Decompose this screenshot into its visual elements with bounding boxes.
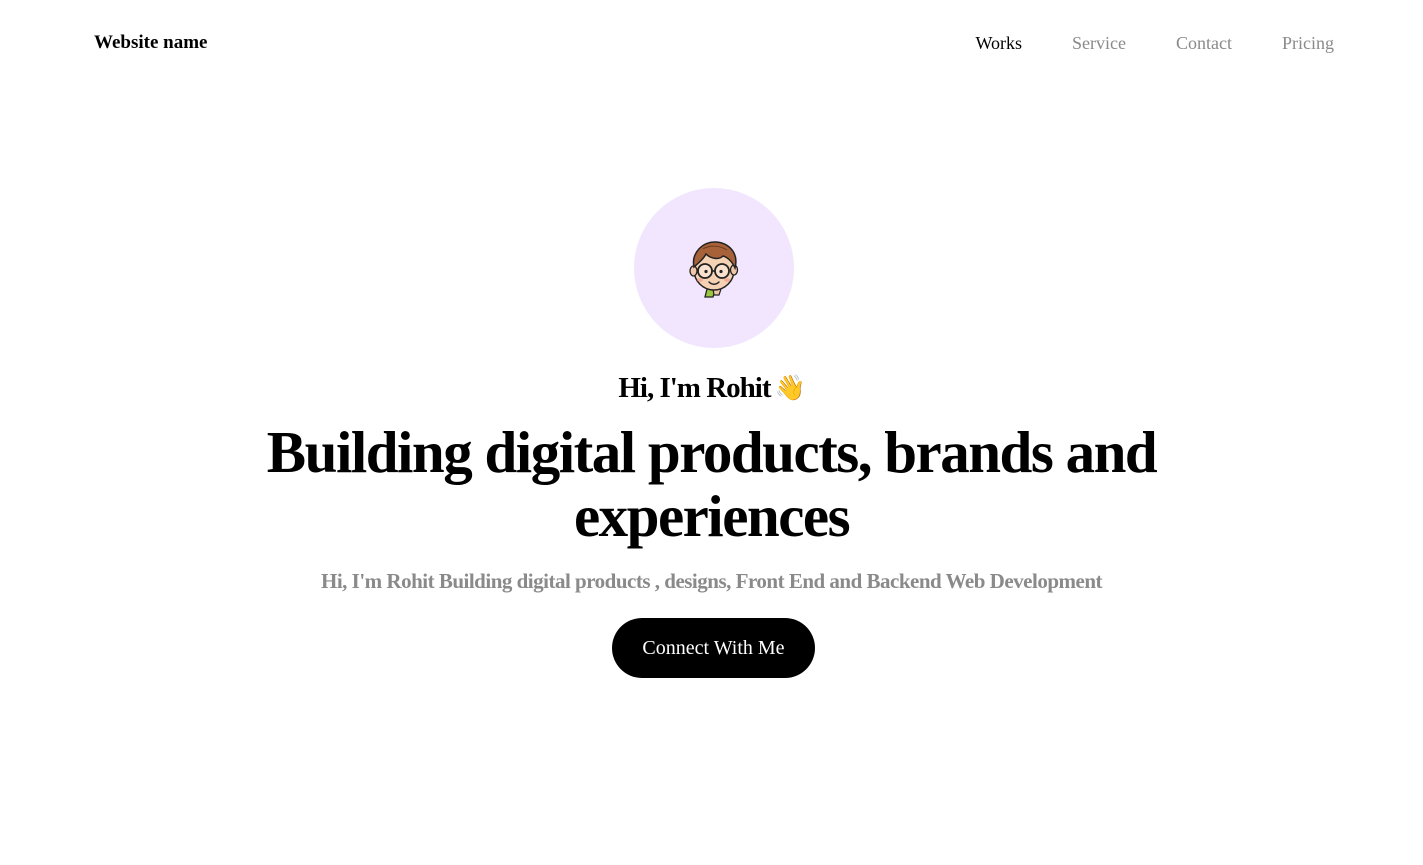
headline-line-2: experiences [573, 483, 851, 549]
nav-links: Works Service Contact Pricing [925, 31, 1334, 55]
cartoon-avatar-icon [689, 241, 739, 298]
waving-hand-icon: 👋 [774, 373, 806, 402]
hero-headline: Building digital products, brands and ex… [0, 420, 1423, 548]
navbar: Website name Works Service Contact Prici… [0, 0, 1423, 88]
site-brand-link[interactable]: Website name [94, 31, 207, 55]
hero-subtitle: Hi, I'm Rohit Building digital products … [320, 569, 1103, 593]
greeting-heading: Hi, I'm Rohit 👋 [0, 370, 1423, 406]
connect-with-me-button[interactable]: Connect With Me [612, 618, 815, 678]
nav-link-works[interactable]: Works [975, 31, 1022, 55]
nav-link-contact[interactable]: Contact [1176, 31, 1232, 55]
headline-line-1: Building digital products, brands and [266, 419, 1158, 485]
greeting-text: Hi, I'm Rohit [618, 372, 771, 404]
nav-link-service[interactable]: Service [1072, 31, 1126, 55]
avatar [634, 188, 794, 348]
nav-link-pricing[interactable]: Pricing [1282, 31, 1334, 55]
